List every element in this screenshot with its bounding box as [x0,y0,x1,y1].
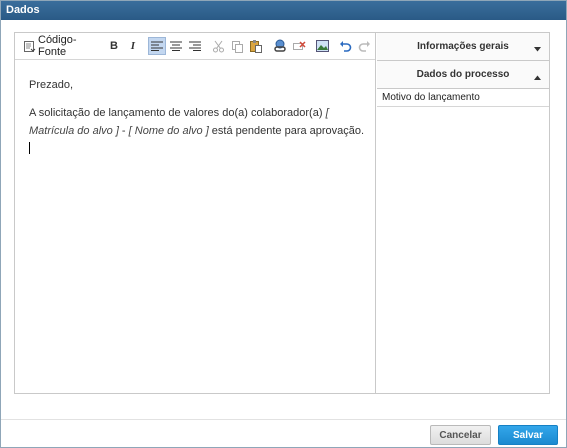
editor-content[interactable]: Prezado, A solicitação de lançamento de … [29,76,365,168]
source-code-button[interactable]: Código-Fonte [23,34,104,58]
chevron-down-icon [534,44,541,55]
image-icon [315,40,329,52]
italic-button[interactable]: I [124,37,142,55]
chevron-up-icon [534,72,541,83]
dialog-title: Dados [1,1,566,20]
cancel-button[interactable]: Cancelar [430,425,491,445]
list-item-motivo[interactable]: Motivo do lançamento [377,89,549,107]
align-center-button[interactable] [167,37,185,55]
message-text-end: está pendente para aprovação. [208,125,365,137]
undo-icon [339,40,352,52]
scissors-icon [212,40,225,53]
save-button[interactable]: Salvar [498,425,558,445]
side-panel: Informações gerais Dados do processo Mot… [377,33,549,393]
link-icon [273,39,287,53]
editor-toolbar: Código-Fonte B I [15,33,375,60]
paste-icon [249,39,263,53]
source-code-icon [23,40,36,53]
image-button[interactable] [313,37,331,55]
source-code-label: Código-Fonte [38,34,77,58]
placeholder-nome: [ Nome do alvo ] [128,125,209,137]
cut-button[interactable] [209,37,227,55]
section-title: Informações gerais [417,41,509,52]
message-text-middle: - [118,125,129,137]
bold-button[interactable]: B [105,37,123,55]
unlink-icon [292,39,306,53]
footer-divider [1,419,566,420]
section-header-informacoes-gerais[interactable]: Informações gerais [377,33,549,61]
section-title: Dados do processo [416,69,510,80]
redo-icon [358,40,371,52]
rich-text-editor: Código-Fonte B I Prezado, A solicitação … [15,33,376,393]
unlink-button[interactable] [290,37,308,55]
copy-button[interactable] [228,37,246,55]
copy-icon [231,40,244,53]
text-caret [29,142,30,154]
align-left-button[interactable] [147,37,166,55]
dialog-window: Dados Código-Fonte B I Prezado, A solici… [0,0,567,448]
message-text-start: A solicitação de lançamento de valores d… [29,107,326,119]
greeting-text: Prezado, [29,79,74,91]
undo-button[interactable] [337,37,355,55]
message-paragraph: A solicitação de lançamento de valores d… [29,104,365,158]
align-center-icon [169,41,182,51]
align-right-button[interactable] [186,37,204,55]
link-button[interactable] [271,37,289,55]
paste-button[interactable] [247,37,265,55]
redo-button[interactable] [356,37,374,55]
content-area: Código-Fonte B I Prezado, A solicitação … [14,32,550,394]
section-header-dados-do-processo[interactable]: Dados do processo [377,61,549,89]
align-right-icon [188,41,201,51]
align-left-icon [150,41,163,51]
